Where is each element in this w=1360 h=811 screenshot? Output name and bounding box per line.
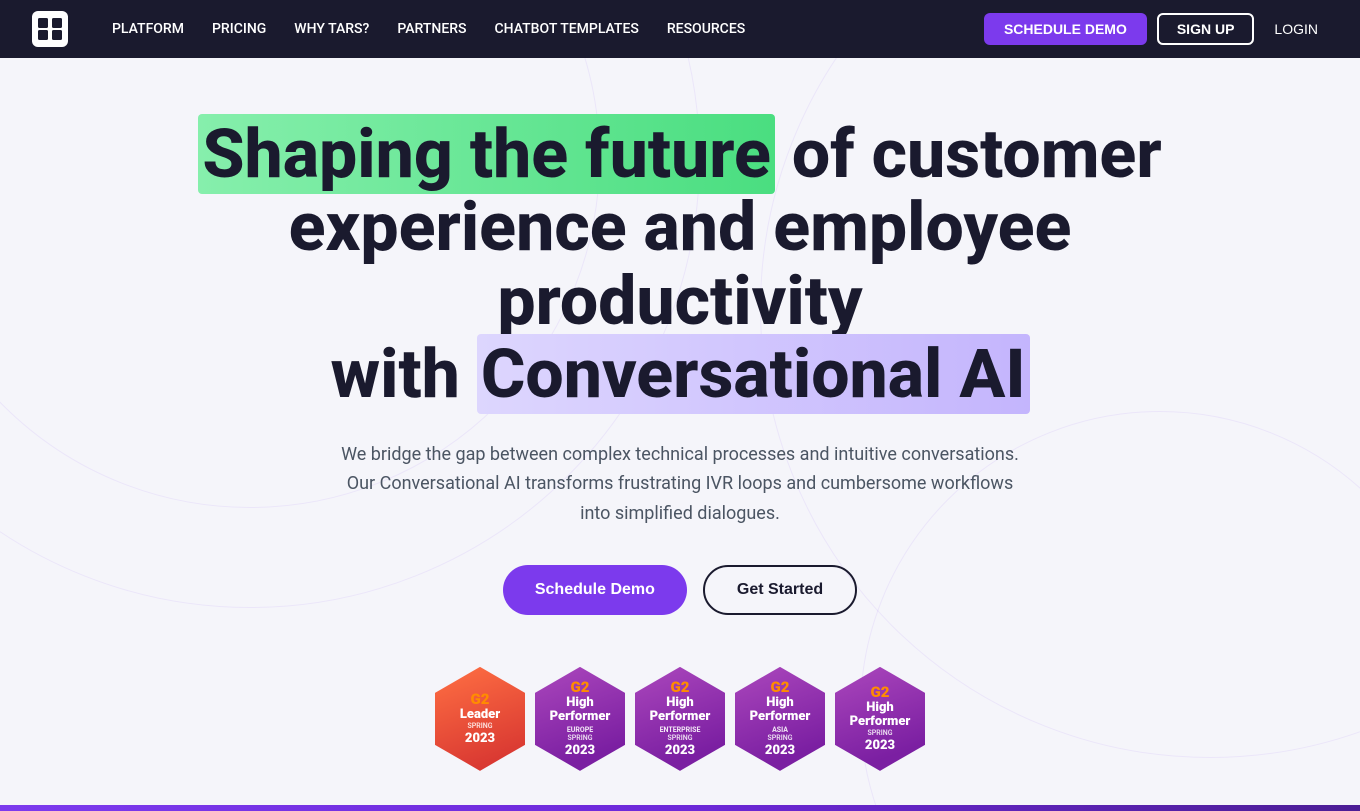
badge-season-label: SPRING: [568, 734, 593, 742]
badge-year-label: 2023: [765, 743, 795, 758]
nav-link-partners[interactable]: PARTNERS: [385, 15, 478, 43]
badge-g2-label: G2: [771, 680, 790, 695]
badge-season-label: SPRING: [668, 734, 693, 742]
badge-leader: G2 Leader SPRING 2023: [435, 667, 525, 771]
badge-g2-label: G2: [471, 692, 490, 707]
hero-title-part4: productivity: [497, 261, 862, 341]
badge-type-label: Leader: [460, 708, 500, 722]
badge-high-spring: G2 HighPerformer SPRING 2023: [835, 667, 925, 771]
badge-high-asia: G2 HighPerformer Asia SPRING 2023: [735, 667, 825, 771]
hero-section: Shaping the future of customer experienc…: [0, 58, 1360, 811]
badge-g2-label: G2: [871, 685, 890, 700]
badge-region-label: Asia: [772, 726, 788, 734]
badge-high-europe-shape: G2 HighPerformer Europe SPRING 2023: [535, 667, 625, 771]
badge-year-label: 2023: [665, 743, 695, 758]
g2-badges-row: G2 Leader SPRING 2023 G2 HighPerformer E…: [435, 667, 925, 771]
badge-region-label: Europe: [567, 726, 593, 734]
badge-year-label: 2023: [865, 738, 895, 753]
logo-icon: [32, 11, 68, 47]
hero-title: Shaping the future of customer experienc…: [198, 118, 1161, 412]
hero-title-part2: of customer: [792, 114, 1162, 194]
badge-year-label: 2023: [565, 743, 595, 758]
hero-buttons: Schedule Demo Get Started: [503, 565, 857, 615]
nav-sign-up-button[interactable]: SIGN UP: [1157, 13, 1255, 45]
hero-title-highlight-purple: Conversational AI: [477, 334, 1030, 414]
badge-high-europe: G2 HighPerformer Europe SPRING 2023: [535, 667, 625, 771]
logo[interactable]: [32, 11, 68, 47]
nav-links: PLATFORM PRICING WHY TARS? PARTNERS CHAT…: [100, 15, 984, 43]
navigation: PLATFORM PRICING WHY TARS? PARTNERS CHAT…: [0, 0, 1360, 58]
badge-year-label: 2023: [465, 731, 495, 746]
nav-login-button[interactable]: LOGIN: [1264, 15, 1328, 43]
hero-title-part5: with: [330, 334, 459, 414]
badge-high-enterprise-shape: G2 HighPerformer Enterprise SPRING 2023: [635, 667, 725, 771]
badge-g2-label: G2: [671, 680, 690, 695]
badge-g2-label: G2: [571, 680, 590, 695]
badge-type-label: HighPerformer: [850, 701, 911, 730]
badge-type-label: HighPerformer: [550, 696, 611, 725]
nav-actions: SCHEDULE DEMO SIGN UP LOGIN: [984, 13, 1328, 45]
badge-high-asia-shape: G2 HighPerformer Asia SPRING 2023: [735, 667, 825, 771]
nav-link-why-tars[interactable]: WHY TARS?: [282, 15, 381, 43]
badge-type-label: HighPerformer: [650, 696, 711, 725]
badge-season-label: SPRING: [468, 722, 493, 730]
bottom-bar: [0, 805, 1360, 811]
hero-title-part3: experience and employee: [289, 187, 1072, 267]
badge-leader-shape: G2 Leader SPRING 2023: [435, 667, 525, 771]
nav-link-platform[interactable]: PLATFORM: [100, 15, 196, 43]
hero-subtitle: We bridge the gap between complex techni…: [330, 440, 1030, 529]
badge-type-label: HighPerformer: [750, 696, 811, 725]
nav-link-chatbot-templates[interactable]: CHATBOT TEMPLATES: [483, 15, 651, 43]
hero-get-started-button[interactable]: Get Started: [703, 565, 857, 615]
nav-schedule-demo-button[interactable]: SCHEDULE DEMO: [984, 13, 1147, 45]
hero-title-highlight-green: Shaping the future: [198, 114, 775, 194]
hero-schedule-demo-button[interactable]: Schedule Demo: [503, 565, 687, 615]
badge-high-enterprise: G2 HighPerformer Enterprise SPRING 2023: [635, 667, 725, 771]
badge-season-label: SPRING: [768, 734, 793, 742]
nav-link-resources[interactable]: RESOURCES: [655, 15, 757, 43]
badge-high-spring-shape: G2 HighPerformer SPRING 2023: [835, 667, 925, 771]
badge-season-label: SPRING: [868, 729, 893, 737]
nav-link-pricing[interactable]: PRICING: [200, 15, 278, 43]
badge-region-label: Enterprise: [660, 726, 701, 734]
